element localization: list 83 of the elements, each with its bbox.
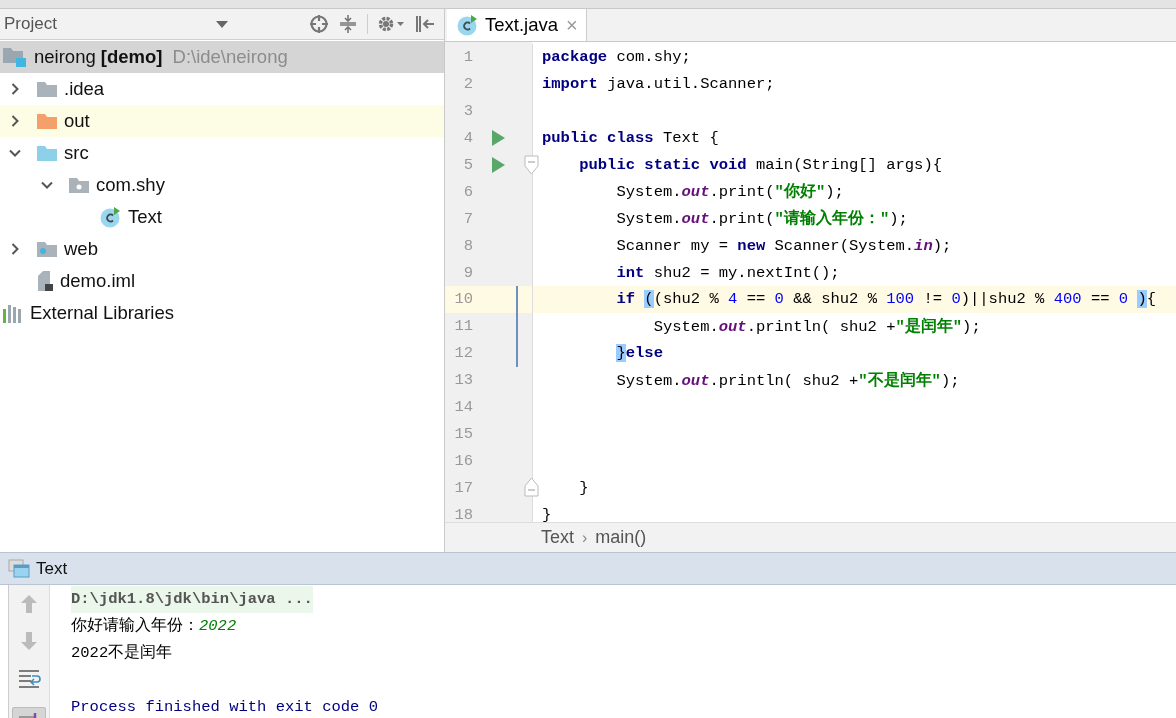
line-number: 9 bbox=[462, 263, 473, 282]
chevron-down-icon[interactable] bbox=[41, 179, 53, 191]
tree-label: neirong [demo] bbox=[34, 46, 163, 68]
code-line: import java.util.Scanner; bbox=[542, 75, 775, 94]
tree-label: src bbox=[64, 142, 89, 164]
run-icon[interactable] bbox=[491, 130, 505, 147]
line-number: 11 bbox=[453, 317, 473, 336]
code-line: if ((shu2 % 4 == 0 && shu2 % 100 != 0)||shu2 % 400 == 0 ){ bbox=[615, 290, 1157, 309]
windows-icon bbox=[8, 558, 30, 579]
class-icon bbox=[100, 206, 122, 228]
code-line: System.out.print("请输入年份："); bbox=[615, 208, 908, 230]
library-icon bbox=[2, 303, 24, 323]
code-line: int shu2 = my.nextInt(); bbox=[615, 263, 840, 282]
code-line: public static void main(String[] args){ bbox=[578, 156, 942, 174]
line-number: 4 bbox=[462, 129, 473, 148]
tree-label: demo.iml bbox=[60, 270, 136, 292]
line-number: 7 bbox=[462, 209, 473, 228]
panel-title[interactable]: Project bbox=[4, 14, 207, 34]
tree-item[interactable]: com.shy bbox=[0, 169, 444, 201]
tree-label: External Libraries bbox=[30, 302, 174, 324]
tree-item[interactable]: web bbox=[0, 233, 444, 265]
code-line: } bbox=[542, 505, 552, 522]
class-icon bbox=[457, 14, 479, 36]
project-path: D:\ide\neirong bbox=[172, 46, 288, 68]
tree-label: out bbox=[64, 110, 90, 132]
line-number: 18 bbox=[453, 505, 473, 522]
dropdown-caret-icon[interactable] bbox=[216, 20, 228, 28]
tree-item[interactable]: Text bbox=[0, 201, 444, 233]
run-icon[interactable] bbox=[491, 157, 505, 173]
line-number: 3 bbox=[462, 102, 473, 121]
chevron-right-icon[interactable] bbox=[9, 83, 21, 95]
code-line: Scanner my = new Scanner(System.in); bbox=[615, 236, 952, 255]
file-icon bbox=[36, 270, 54, 292]
console-line: 你好请输入年份：2022 bbox=[71, 616, 237, 637]
hide-panel-icon[interactable] bbox=[414, 14, 436, 34]
package-folder-icon bbox=[68, 176, 90, 194]
tree-label: com.shy bbox=[96, 174, 165, 196]
tree-item[interactable]: neirong [demo] D:\ide\neirong bbox=[0, 41, 444, 73]
crosshair-icon[interactable] bbox=[309, 14, 329, 34]
tree-label: web bbox=[64, 238, 98, 260]
code-line: public class Text { bbox=[542, 129, 719, 148]
tree-item[interactable]: src bbox=[0, 137, 444, 169]
line-number: 16 bbox=[453, 451, 473, 470]
tree-item[interactable]: out bbox=[0, 105, 444, 137]
console-line: Process finished with exit code 0 bbox=[71, 697, 378, 718]
breadcrumb-item[interactable]: main() bbox=[595, 527, 647, 548]
settings-icon[interactable] bbox=[377, 14, 405, 34]
chevron-right-icon[interactable] bbox=[9, 243, 21, 255]
line-number: 13 bbox=[453, 371, 473, 390]
tree-item[interactable]: demo.iml bbox=[0, 265, 444, 297]
breadcrumb-separator: › bbox=[582, 528, 588, 547]
line-number: 15 bbox=[453, 424, 473, 443]
chevron-right-icon[interactable] bbox=[9, 115, 21, 127]
line-number: 8 bbox=[462, 236, 473, 255]
code-line: System.out.print("你好"); bbox=[615, 182, 844, 203]
run-panel-title[interactable]: Text bbox=[36, 558, 68, 579]
line-number: 6 bbox=[462, 182, 473, 201]
line-number: 1 bbox=[462, 48, 473, 67]
console-line: 2022不是闰年 bbox=[71, 643, 173, 664]
breadcrumb-item[interactable]: Text bbox=[541, 527, 574, 548]
code-line: package com.shy; bbox=[542, 48, 691, 67]
code-line: System.out.println( shu2 +"是闰年"); bbox=[652, 316, 981, 337]
editor-tab[interactable]: Text.java × bbox=[447, 9, 587, 41]
code-line: }else bbox=[615, 344, 663, 363]
line-number: 2 bbox=[462, 75, 473, 94]
code-line: System.out.println( shu2 +"不是闰年"); bbox=[615, 370, 960, 391]
line-number: 14 bbox=[453, 398, 473, 416]
collapse-all-icon[interactable] bbox=[338, 14, 358, 34]
console-command: D:\jdk1.8\jdk\bin\java ... bbox=[71, 586, 313, 613]
code-line: } bbox=[578, 478, 589, 497]
tree-label: Text bbox=[128, 206, 162, 228]
tree-item[interactable]: .idea bbox=[0, 73, 444, 105]
line-number: 17 bbox=[453, 478, 473, 497]
chevron-down-icon[interactable] bbox=[9, 147, 21, 159]
tab-label: Text.java bbox=[485, 14, 558, 36]
web-folder-icon bbox=[36, 240, 58, 258]
line-number: 5 bbox=[462, 156, 473, 174]
tree-label: .idea bbox=[64, 78, 105, 100]
line-number: 10 bbox=[453, 290, 473, 309]
line-number: 12 bbox=[453, 344, 473, 363]
soft-wrap-icon[interactable] bbox=[17, 668, 41, 690]
tree-item[interactable]: External Libraries bbox=[0, 297, 444, 329]
module-folder-icon bbox=[2, 46, 28, 68]
